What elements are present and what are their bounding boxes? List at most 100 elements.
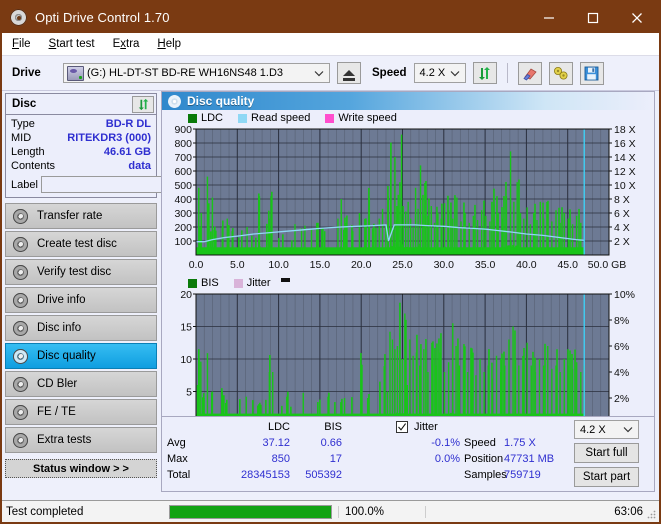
legend-label-bis: BIS	[201, 277, 219, 289]
sidebar-item-drive-info[interactable]: Drive info	[5, 287, 157, 313]
svg-text:8%: 8%	[614, 315, 629, 327]
resize-grip-icon[interactable]	[646, 509, 656, 519]
svg-text:16 X: 16 X	[614, 138, 636, 150]
stats-value-ldc-total: 28345153	[241, 469, 290, 481]
sidebar-item-label: Drive info	[37, 294, 86, 306]
sidebar-item-create-test-disc[interactable]: Create test disc	[5, 231, 157, 257]
menu-bar: File Start test Extra Help	[2, 33, 659, 56]
status-window-button[interactable]: Status window > >	[5, 459, 157, 478]
svg-text:10 X: 10 X	[614, 180, 636, 192]
start-full-button[interactable]: Start full	[574, 443, 639, 463]
eject-icon	[343, 70, 355, 81]
test-speed-value: 4.2 X	[580, 423, 606, 436]
disc-row-contents: Contents data	[11, 159, 151, 173]
disc-type-value: BD-R DL	[105, 118, 151, 130]
maximize-button[interactable]	[571, 2, 615, 33]
jitter-checkbox[interactable]	[396, 421, 408, 433]
menu-item-file[interactable]: File	[12, 38, 31, 50]
test-speed-select[interactable]: 4.2 X	[574, 420, 639, 439]
svg-text:20.0: 20.0	[351, 259, 372, 271]
stats-row-label-max: Max	[167, 453, 188, 465]
sidebar-item-transfer-rate[interactable]: Transfer rate	[5, 203, 157, 229]
disc-mid-value: RITEKDR3 (000)	[67, 132, 151, 144]
sidebar-item-label: FE / TE	[37, 406, 76, 418]
jitter-marker-icon	[280, 278, 290, 282]
position-stat-label: Position	[464, 453, 504, 465]
speed-stat-value: 1.75 X	[504, 437, 536, 449]
eraser-icon	[522, 67, 537, 81]
disc-mid-key: MID	[11, 132, 32, 144]
sidebar-item-label: Create test disc	[37, 238, 117, 250]
disc-quality-panel: Disc quality LDC Read speed Write speed …	[161, 91, 655, 492]
drive-select[interactable]: (G:) HL-DT-ST BD-RE WH16NS48 1.D3	[63, 63, 330, 83]
menu-item-help[interactable]: Help	[157, 38, 181, 50]
svg-text:8 X: 8 X	[614, 194, 630, 206]
position-stat-value: 47731 MB	[504, 453, 555, 465]
progress-percent: 100.0%	[338, 505, 425, 518]
tools-button[interactable]	[548, 61, 573, 85]
legend-label-write-speed: Write speed	[338, 112, 397, 124]
svg-text:200: 200	[174, 222, 192, 234]
speed-select[interactable]: 4.2 X	[413, 63, 466, 83]
menu-item-start-test[interactable]: Start test	[49, 38, 95, 50]
stats-value-jitter-max: 0.0%	[434, 453, 460, 465]
panel-title: Disc quality	[187, 94, 255, 108]
window-title: Opti Drive Control 1.70	[35, 10, 170, 25]
sidebar-item-cd-bler[interactable]: CD Bler	[5, 371, 157, 397]
svg-text:6%: 6%	[614, 341, 629, 353]
app-disc-icon	[10, 9, 27, 26]
menu-item-extra[interactable]: Extra	[113, 38, 140, 50]
refresh-icon	[138, 98, 148, 110]
stats-row-label-avg: Avg	[167, 437, 186, 449]
disc-icon	[13, 264, 28, 280]
start-part-button[interactable]: Start part	[574, 467, 639, 487]
legend-swatch-write-speed	[325, 113, 335, 123]
refresh-icon	[479, 66, 491, 80]
disc-refresh-button[interactable]	[132, 95, 154, 113]
sidebar-item-disc-quality[interactable]: Disc quality	[5, 343, 157, 369]
erase-button[interactable]	[517, 61, 542, 85]
speed-stat-label: Speed	[464, 437, 496, 449]
save-button[interactable]	[579, 61, 604, 85]
svg-text:900: 900	[174, 125, 192, 136]
svg-text:5.0: 5.0	[230, 259, 245, 271]
disc-contents-value: data	[128, 160, 151, 172]
sidebar-item-fe-te[interactable]: FE / TE	[5, 399, 157, 425]
menu-item-file-label: ile	[19, 38, 31, 50]
legend-swatch-read-speed	[238, 113, 248, 123]
disc-panel-title: Disc	[12, 98, 37, 110]
sidebar-item-verify-test-disc[interactable]: Verify test disc	[5, 259, 157, 285]
sidebar-item-label: Extra tests	[37, 434, 92, 446]
menu-item-help-label: elp	[165, 38, 182, 50]
eject-button[interactable]	[337, 62, 361, 84]
progress-bar	[169, 504, 332, 519]
legend-swatch-jitter	[233, 278, 243, 288]
close-button[interactable]	[615, 2, 659, 33]
stats-value-bis-total: 505392	[305, 469, 342, 481]
sidebar-item-extra-tests[interactable]: Extra tests	[5, 427, 157, 453]
elapsed-time: 63:06	[425, 505, 659, 518]
disc-panel-header: Disc	[6, 94, 156, 115]
disc-quality-panel-container: Disc quality LDC Read speed Write speed …	[160, 91, 659, 494]
sidebar-item-label: Verify test disc	[37, 266, 112, 278]
stats-header-bis: BIS	[324, 421, 342, 433]
svg-text:2%: 2%	[614, 393, 629, 405]
title-bar: Opti Drive Control 1.70	[2, 2, 659, 33]
stats-header-ldc: LDC	[267, 421, 290, 433]
menu-item-extra-label: tra	[126, 38, 140, 50]
svg-text:500: 500	[174, 180, 192, 192]
refresh-button[interactable]	[472, 62, 497, 84]
svg-text:10.0: 10.0	[268, 259, 289, 271]
sidebar-item-label: CD Bler	[37, 378, 78, 390]
svg-text:35.0: 35.0	[475, 259, 496, 271]
svg-text:30.0: 30.0	[434, 259, 455, 271]
svg-text:18 X: 18 X	[614, 125, 636, 136]
stats-area: LDC BIS Avg Max Total 37.12 850 28345153…	[162, 416, 654, 491]
svg-text:25.0: 25.0	[392, 259, 413, 271]
minimize-button[interactable]	[527, 2, 571, 33]
legend-label-read-speed: Read speed	[251, 112, 311, 124]
legend-swatch-bis	[188, 278, 197, 288]
svg-text:10: 10	[180, 354, 192, 366]
stats-value-bis-avg: 0.66	[320, 437, 342, 449]
sidebar-item-disc-info[interactable]: Disc info	[5, 315, 157, 341]
